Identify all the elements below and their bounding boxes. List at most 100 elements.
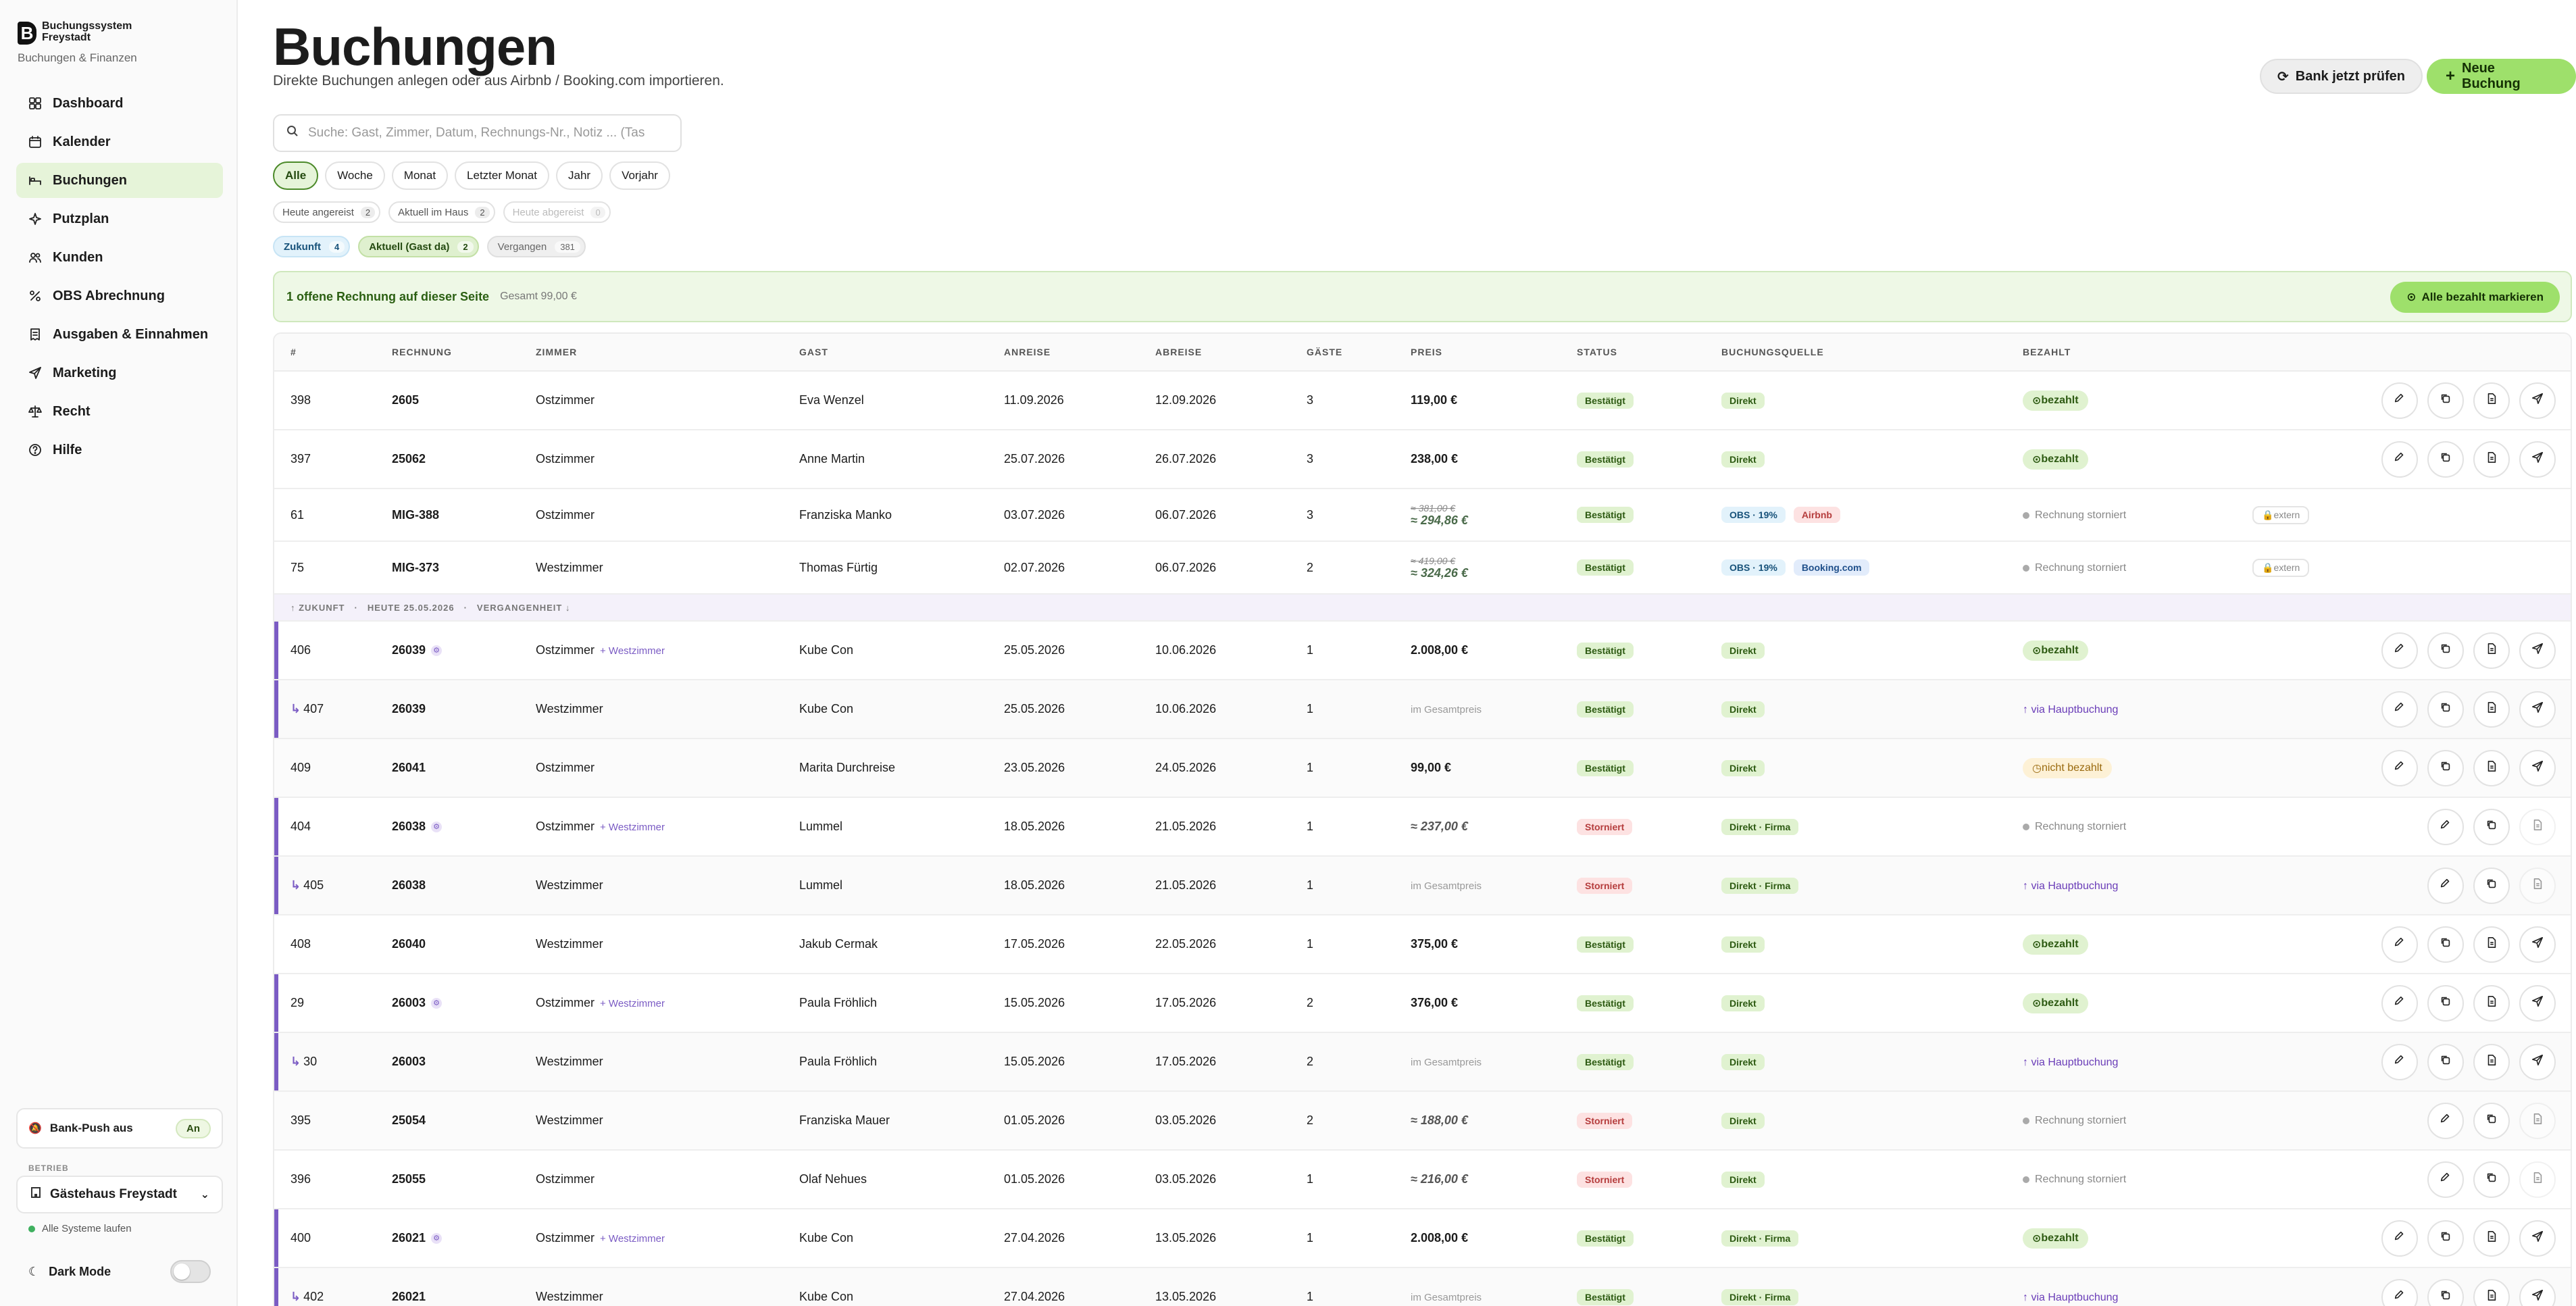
table-row[interactable]: ↳ 30 26003 Westzimmer Paula Fröhlich 15.05.20… bbox=[274, 1033, 2571, 1092]
count-filter-chip[interactable]: Heute abgereist 0 bbox=[503, 201, 611, 223]
sidebar-item-ausgaben-einnahmen[interactable]: Ausgaben & Einnahmen bbox=[16, 317, 223, 352]
copy-button[interactable] bbox=[2427, 749, 2464, 786]
filter-chip-woche[interactable]: Woche bbox=[325, 161, 385, 190]
sidebar-item-obs-abrechnung[interactable]: OBS Abrechnung bbox=[16, 278, 223, 313]
send-button[interactable] bbox=[2519, 984, 2556, 1022]
table-row[interactable]: 398 2605 Ostzimmer Eva Wenzel 11.09.2026 12.0… bbox=[274, 372, 2571, 430]
send-button[interactable] bbox=[2519, 1278, 2556, 1306]
edit-button[interactable] bbox=[2427, 1161, 2464, 1198]
table-row[interactable]: 400 26021 ⚙ Ostzimmer + Westzimmer Kube Con 27… bbox=[274, 1209, 2571, 1268]
new-booking-button[interactable]: + Neue Buchung bbox=[2427, 59, 2576, 94]
sidebar-item-putzplan[interactable]: Putzplan bbox=[16, 201, 223, 236]
document-button[interactable] bbox=[2473, 749, 2510, 786]
copy-button[interactable] bbox=[2427, 1220, 2464, 1257]
table-row[interactable]: 404 26038 ⚙ Ostzimmer + Westzimmer Lummel 18.0… bbox=[274, 798, 2571, 857]
copy-button[interactable] bbox=[2427, 632, 2464, 669]
edit-button[interactable] bbox=[2381, 382, 2418, 419]
status-filter-chip[interactable]: Zukunft 4 bbox=[273, 236, 351, 257]
document-button[interactable] bbox=[2519, 1161, 2556, 1198]
copy-button[interactable] bbox=[2427, 690, 2464, 728]
copy-button[interactable] bbox=[2473, 1161, 2510, 1198]
copy-button[interactable] bbox=[2427, 984, 2464, 1022]
bank-push-toggle[interactable]: An bbox=[176, 1118, 211, 1138]
sidebar-item-buchungen[interactable]: Buchungen bbox=[16, 163, 223, 198]
edit-button[interactable] bbox=[2381, 1220, 2418, 1257]
table-row[interactable]: 409 26041 Ostzimmer Marita Durchreise 23.05.… bbox=[274, 739, 2571, 798]
filter-chip-alle[interactable]: Alle bbox=[273, 161, 319, 190]
document-button[interactable] bbox=[2473, 690, 2510, 728]
document-button[interactable] bbox=[2473, 926, 2510, 963]
sidebar-item-dashboard[interactable]: Dashboard bbox=[16, 86, 223, 121]
copy-button[interactable] bbox=[2427, 382, 2464, 419]
sidebar-item-kalender[interactable]: Kalender bbox=[16, 124, 223, 159]
search-input[interactable]: Suche: Gast, Zimmer, Datum, Rechnungs-Nr… bbox=[273, 114, 682, 152]
document-button[interactable] bbox=[2473, 984, 2510, 1022]
table-row[interactable]: 408 26040 Westzimmer Jakub Cermak 17.05.2026… bbox=[274, 915, 2571, 974]
table-row[interactable]: 75 MIG-373 Westzimmer Thomas Fürtig 02.07.20… bbox=[274, 542, 2571, 595]
edit-button[interactable] bbox=[2381, 1043, 2418, 1080]
edit-button[interactable] bbox=[2381, 441, 2418, 478]
edit-button[interactable] bbox=[2427, 808, 2464, 845]
edit-button[interactable] bbox=[2381, 749, 2418, 786]
table-row[interactable]: 29 26003 ⚙ Ostzimmer + Westzimmer Paula Fröhl… bbox=[274, 974, 2571, 1033]
edit-button[interactable] bbox=[2381, 926, 2418, 963]
copy-button[interactable] bbox=[2473, 1102, 2510, 1139]
copy-button[interactable] bbox=[2427, 926, 2464, 963]
status-filter-chip[interactable]: Vergangen 381 bbox=[486, 236, 586, 257]
copy-button[interactable] bbox=[2427, 441, 2464, 478]
send-button[interactable] bbox=[2519, 1220, 2556, 1257]
sidebar-item-recht[interactable]: Recht bbox=[16, 394, 223, 429]
send-button[interactable] bbox=[2519, 1043, 2556, 1080]
bank-push-control[interactable]: 🔕 Bank-Push aus An bbox=[16, 1108, 223, 1149]
table-row[interactable]: ↳ 407 26039 Westzimmer Kube Con 25.05.2026 10.… bbox=[274, 680, 2571, 739]
document-button[interactable] bbox=[2473, 1220, 2510, 1257]
filter-chip-vorjahr[interactable]: Vorjahr bbox=[609, 161, 670, 190]
table-row[interactable]: ↳ 405 26038 Westzimmer Lummel 18.05.2026 21.05… bbox=[274, 857, 2571, 915]
unpaid-badge[interactable]: ◷ nicht bezahlt bbox=[2023, 757, 2112, 778]
copy-button[interactable] bbox=[2427, 1043, 2464, 1080]
send-button[interactable] bbox=[2519, 382, 2556, 419]
filter-chip-monat[interactable]: Monat bbox=[391, 161, 449, 190]
edit-button[interactable] bbox=[2427, 867, 2464, 904]
filter-chip-letzter-monat[interactable]: Letzter Monat bbox=[455, 161, 549, 190]
filter-chip-jahr[interactable]: Jahr bbox=[556, 161, 603, 190]
count-filter-chip[interactable]: Aktuell im Haus 2 bbox=[388, 201, 495, 223]
document-button[interactable] bbox=[2519, 867, 2556, 904]
status-filter-chip[interactable]: Aktuell (Gast da) 2 bbox=[358, 236, 479, 257]
edit-button[interactable] bbox=[2381, 984, 2418, 1022]
dark-mode-toggle[interactable] bbox=[170, 1260, 211, 1283]
check-bank-button[interactable]: ⟳ Bank jetzt prüfen bbox=[2260, 59, 2423, 94]
document-button[interactable] bbox=[2473, 1043, 2510, 1080]
edit-button[interactable] bbox=[2381, 690, 2418, 728]
edit-button[interactable] bbox=[2381, 632, 2418, 669]
table-row[interactable]: 395 25054 Westzimmer Franziska Mauer 01.05.2… bbox=[274, 1092, 2571, 1151]
table-row[interactable]: 406 26039 ⚙ Ostzimmer + Westzimmer Kube Con 25… bbox=[274, 622, 2571, 680]
mark-all-paid-button[interactable]: ⊙ Alle bezahlt markieren bbox=[2390, 282, 2560, 313]
table-row[interactable]: 61 MIG-388 Ostzimmer Franziska Manko 03.07.2… bbox=[274, 489, 2571, 542]
document-button[interactable] bbox=[2519, 1102, 2556, 1139]
document-button[interactable] bbox=[2473, 1278, 2510, 1306]
send-button[interactable] bbox=[2519, 690, 2556, 728]
send-button[interactable] bbox=[2519, 749, 2556, 786]
sidebar-item-kunden[interactable]: Kunden bbox=[16, 240, 223, 275]
send-button[interactable] bbox=[2519, 441, 2556, 478]
document-button[interactable] bbox=[2519, 808, 2556, 845]
betrieb-select[interactable]: Gästehaus Freystadt ⌄ bbox=[16, 1176, 223, 1213]
document-button[interactable] bbox=[2473, 441, 2510, 478]
edit-button[interactable] bbox=[2427, 1102, 2464, 1139]
copy-button[interactable] bbox=[2473, 867, 2510, 904]
table-row[interactable]: 397 25062 Ostzimmer Anne Martin 25.07.2026 26… bbox=[274, 430, 2571, 489]
send-button[interactable] bbox=[2519, 632, 2556, 669]
copy-button[interactable] bbox=[2473, 808, 2510, 845]
send-button[interactable] bbox=[2519, 926, 2556, 963]
table-row[interactable]: 396 25055 Ostzimmer Olaf Nehues 01.05.2026 03… bbox=[274, 1151, 2571, 1209]
table-row[interactable]: ↳ 402 26021 Westzimmer Kube Con 27.04.2026 13.… bbox=[274, 1268, 2571, 1306]
document-button[interactable] bbox=[2473, 382, 2510, 419]
count-filter-chip[interactable]: Heute angereist 2 bbox=[273, 201, 381, 223]
sidebar-item-marketing[interactable]: Marketing bbox=[16, 355, 223, 391]
document-button[interactable] bbox=[2473, 632, 2510, 669]
guest-name: Paula Fröhlich bbox=[799, 996, 878, 1009]
copy-button[interactable] bbox=[2427, 1278, 2464, 1306]
sidebar-item-hilfe[interactable]: Hilfe bbox=[16, 432, 223, 468]
edit-button[interactable] bbox=[2381, 1278, 2418, 1306]
